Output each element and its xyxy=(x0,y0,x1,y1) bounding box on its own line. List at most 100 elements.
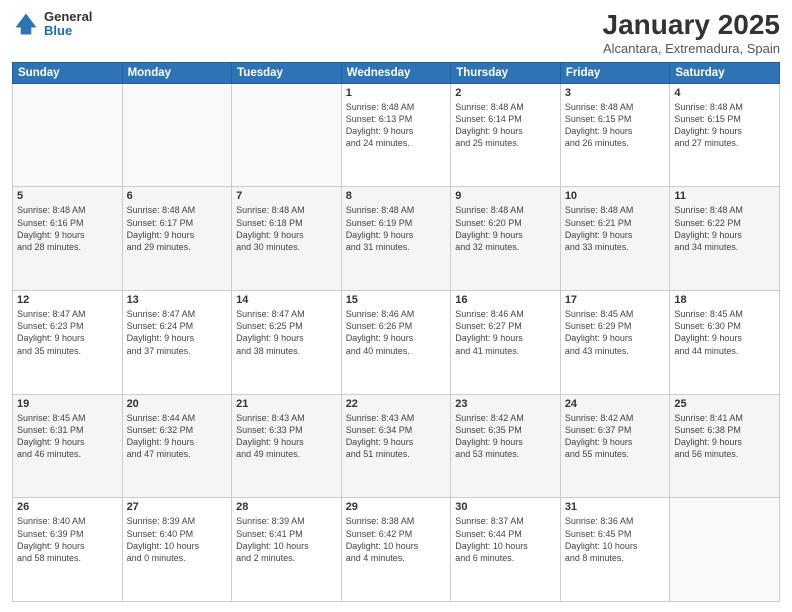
logo-text: General Blue xyxy=(44,10,92,39)
table-row: 19 Sunrise: 8:45 AMSunset: 6:31 PMDayligh… xyxy=(13,394,123,498)
table-row: 13 Sunrise: 8:47 AMSunset: 6:24 PMDayligh… xyxy=(122,291,232,395)
day-number: 18 xyxy=(674,294,775,306)
day-info: Sunrise: 8:46 AMSunset: 6:26 PMDaylight:… xyxy=(346,308,447,357)
col-sunday: Sunday xyxy=(13,62,123,83)
calendar-week-row: 19 Sunrise: 8:45 AMSunset: 6:31 PMDayligh… xyxy=(13,394,780,498)
col-thursday: Thursday xyxy=(451,62,561,83)
day-info: Sunrise: 8:47 AMSunset: 6:25 PMDaylight:… xyxy=(236,308,337,357)
day-number: 1 xyxy=(346,87,447,99)
day-info: Sunrise: 8:47 AMSunset: 6:24 PMDaylight:… xyxy=(127,308,228,357)
day-info: Sunrise: 8:48 AMSunset: 6:21 PMDaylight:… xyxy=(565,204,666,253)
col-wednesday: Wednesday xyxy=(341,62,451,83)
day-number: 13 xyxy=(127,294,228,306)
table-row: 10 Sunrise: 8:48 AMSunset: 6:21 PMDayligh… xyxy=(560,187,670,291)
location: Alcantara, Extremadura, Spain xyxy=(603,41,780,56)
day-number: 12 xyxy=(17,294,118,306)
table-row: 28Sunrise: 8:39 AMSunset: 6:41 PMDayligh… xyxy=(232,498,342,602)
day-info: Sunrise: 8:42 AMSunset: 6:37 PMDaylight:… xyxy=(565,412,666,461)
day-number: 11 xyxy=(674,190,775,202)
table-row: 24 Sunrise: 8:42 AMSunset: 6:37 PMDayligh… xyxy=(560,394,670,498)
day-info: Sunrise: 8:48 AMSunset: 6:15 PMDaylight:… xyxy=(674,101,775,150)
day-number: 15 xyxy=(346,294,447,306)
day-info: Sunrise: 8:38 AMSunset: 6:42 PMDaylight:… xyxy=(346,515,447,564)
calendar-header-row: Sunday Monday Tuesday Wednesday Thursday… xyxy=(13,62,780,83)
table-row: 31Sunrise: 8:36 AMSunset: 6:45 PMDayligh… xyxy=(560,498,670,602)
calendar-week-row: 12 Sunrise: 8:47 AMSunset: 6:23 PMDayligh… xyxy=(13,291,780,395)
table-row: 16Sunrise: 8:46 AMSunset: 6:27 PMDayligh… xyxy=(451,291,561,395)
day-number: 19 xyxy=(17,398,118,410)
day-number: 31 xyxy=(565,501,666,513)
day-number: 6 xyxy=(127,190,228,202)
table-row: 9Sunrise: 8:48 AMSunset: 6:20 PMDaylight… xyxy=(451,187,561,291)
day-info: Sunrise: 8:48 AMSunset: 6:14 PMDaylight:… xyxy=(455,101,556,150)
table-row: 11 Sunrise: 8:48 AMSunset: 6:22 PMDayligh… xyxy=(670,187,780,291)
day-info: Sunrise: 8:45 AMSunset: 6:29 PMDaylight:… xyxy=(565,308,666,357)
logo-general-text: General xyxy=(44,10,92,24)
day-info: Sunrise: 8:39 AMSunset: 6:40 PMDaylight:… xyxy=(127,515,228,564)
day-info: Sunrise: 8:48 AMSunset: 6:15 PMDaylight:… xyxy=(565,101,666,150)
table-row: 2 Sunrise: 8:48 AMSunset: 6:14 PMDaylight… xyxy=(451,83,561,187)
table-row: 27 Sunrise: 8:39 AMSunset: 6:40 PMDayligh… xyxy=(122,498,232,602)
col-monday: Monday xyxy=(122,62,232,83)
table-row: 6 Sunrise: 8:48 AMSunset: 6:17 PMDaylight… xyxy=(122,187,232,291)
table-row: 20 Sunrise: 8:44 AMSunset: 6:32 PMDayligh… xyxy=(122,394,232,498)
day-number: 25 xyxy=(674,398,775,410)
table-row: 23Sunrise: 8:42 AMSunset: 6:35 PMDayligh… xyxy=(451,394,561,498)
day-number: 4 xyxy=(674,87,775,99)
col-friday: Friday xyxy=(560,62,670,83)
day-info: Sunrise: 8:43 AMSunset: 6:33 PMDaylight:… xyxy=(236,412,337,461)
day-number: 30 xyxy=(455,501,556,513)
day-info: Sunrise: 8:39 AMSunset: 6:41 PMDaylight:… xyxy=(236,515,337,564)
table-row: 12 Sunrise: 8:47 AMSunset: 6:23 PMDayligh… xyxy=(13,291,123,395)
day-info: Sunrise: 8:48 AMSunset: 6:18 PMDaylight:… xyxy=(236,204,337,253)
day-number: 29 xyxy=(346,501,447,513)
table-row: 7Sunrise: 8:48 AMSunset: 6:18 PMDaylight… xyxy=(232,187,342,291)
day-info: Sunrise: 8:47 AMSunset: 6:23 PMDaylight:… xyxy=(17,308,118,357)
table-row: 17 Sunrise: 8:45 AMSunset: 6:29 PMDayligh… xyxy=(560,291,670,395)
day-number: 22 xyxy=(346,398,447,410)
table-row: 30 Sunrise: 8:37 AMSunset: 6:44 PMDayligh… xyxy=(451,498,561,602)
day-info: Sunrise: 8:48 AMSunset: 6:19 PMDaylight:… xyxy=(346,204,447,253)
table-row: 3 Sunrise: 8:48 AMSunset: 6:15 PMDaylight… xyxy=(560,83,670,187)
day-info: Sunrise: 8:46 AMSunset: 6:27 PMDaylight:… xyxy=(455,308,556,357)
calendar-week-row: 1Sunrise: 8:48 AMSunset: 6:13 PMDaylight… xyxy=(13,83,780,187)
table-row: 15 Sunrise: 8:46 AMSunset: 6:26 PMDayligh… xyxy=(341,291,451,395)
day-number: 21 xyxy=(236,398,337,410)
day-info: Sunrise: 8:45 AMSunset: 6:31 PMDaylight:… xyxy=(17,412,118,461)
table-row: 26 Sunrise: 8:40 AMSunset: 6:39 PMDayligh… xyxy=(13,498,123,602)
day-info: Sunrise: 8:48 AMSunset: 6:16 PMDaylight:… xyxy=(17,204,118,253)
day-info: Sunrise: 8:37 AMSunset: 6:44 PMDaylight:… xyxy=(455,515,556,564)
table-row: 22Sunrise: 8:43 AMSunset: 6:34 PMDayligh… xyxy=(341,394,451,498)
day-info: Sunrise: 8:48 AMSunset: 6:17 PMDaylight:… xyxy=(127,204,228,253)
day-number: 20 xyxy=(127,398,228,410)
table-row: 4 Sunrise: 8:48 AMSunset: 6:15 PMDaylight… xyxy=(670,83,780,187)
day-number: 2 xyxy=(455,87,556,99)
day-number: 8 xyxy=(346,190,447,202)
day-number: 17 xyxy=(565,294,666,306)
day-number: 9 xyxy=(455,190,556,202)
table-row: 21 Sunrise: 8:43 AMSunset: 6:33 PMDayligh… xyxy=(232,394,342,498)
day-info: Sunrise: 8:42 AMSunset: 6:35 PMDaylight:… xyxy=(455,412,556,461)
logo-icon xyxy=(12,10,40,38)
table-row xyxy=(670,498,780,602)
table-row: 29 Sunrise: 8:38 AMSunset: 6:42 PMDayligh… xyxy=(341,498,451,602)
table-row: 5Sunrise: 8:48 AMSunset: 6:16 PMDaylight… xyxy=(13,187,123,291)
table-row xyxy=(13,83,123,187)
logo: General Blue xyxy=(12,10,92,39)
col-tuesday: Tuesday xyxy=(232,62,342,83)
table-row: 14Sunrise: 8:47 AMSunset: 6:25 PMDayligh… xyxy=(232,291,342,395)
header: General Blue January 2025 Alcantara, Ext… xyxy=(12,10,780,56)
day-info: Sunrise: 8:40 AMSunset: 6:39 PMDaylight:… xyxy=(17,515,118,564)
calendar-week-row: 5Sunrise: 8:48 AMSunset: 6:16 PMDaylight… xyxy=(13,187,780,291)
title-section: January 2025 Alcantara, Extremadura, Spa… xyxy=(603,10,780,56)
day-number: 24 xyxy=(565,398,666,410)
day-number: 27 xyxy=(127,501,228,513)
day-number: 3 xyxy=(565,87,666,99)
page: General Blue January 2025 Alcantara, Ext… xyxy=(0,0,792,612)
table-row xyxy=(232,83,342,187)
day-number: 26 xyxy=(17,501,118,513)
table-row: 25Sunrise: 8:41 AMSunset: 6:38 PMDayligh… xyxy=(670,394,780,498)
day-number: 10 xyxy=(565,190,666,202)
day-info: Sunrise: 8:44 AMSunset: 6:32 PMDaylight:… xyxy=(127,412,228,461)
day-info: Sunrise: 8:48 AMSunset: 6:22 PMDaylight:… xyxy=(674,204,775,253)
